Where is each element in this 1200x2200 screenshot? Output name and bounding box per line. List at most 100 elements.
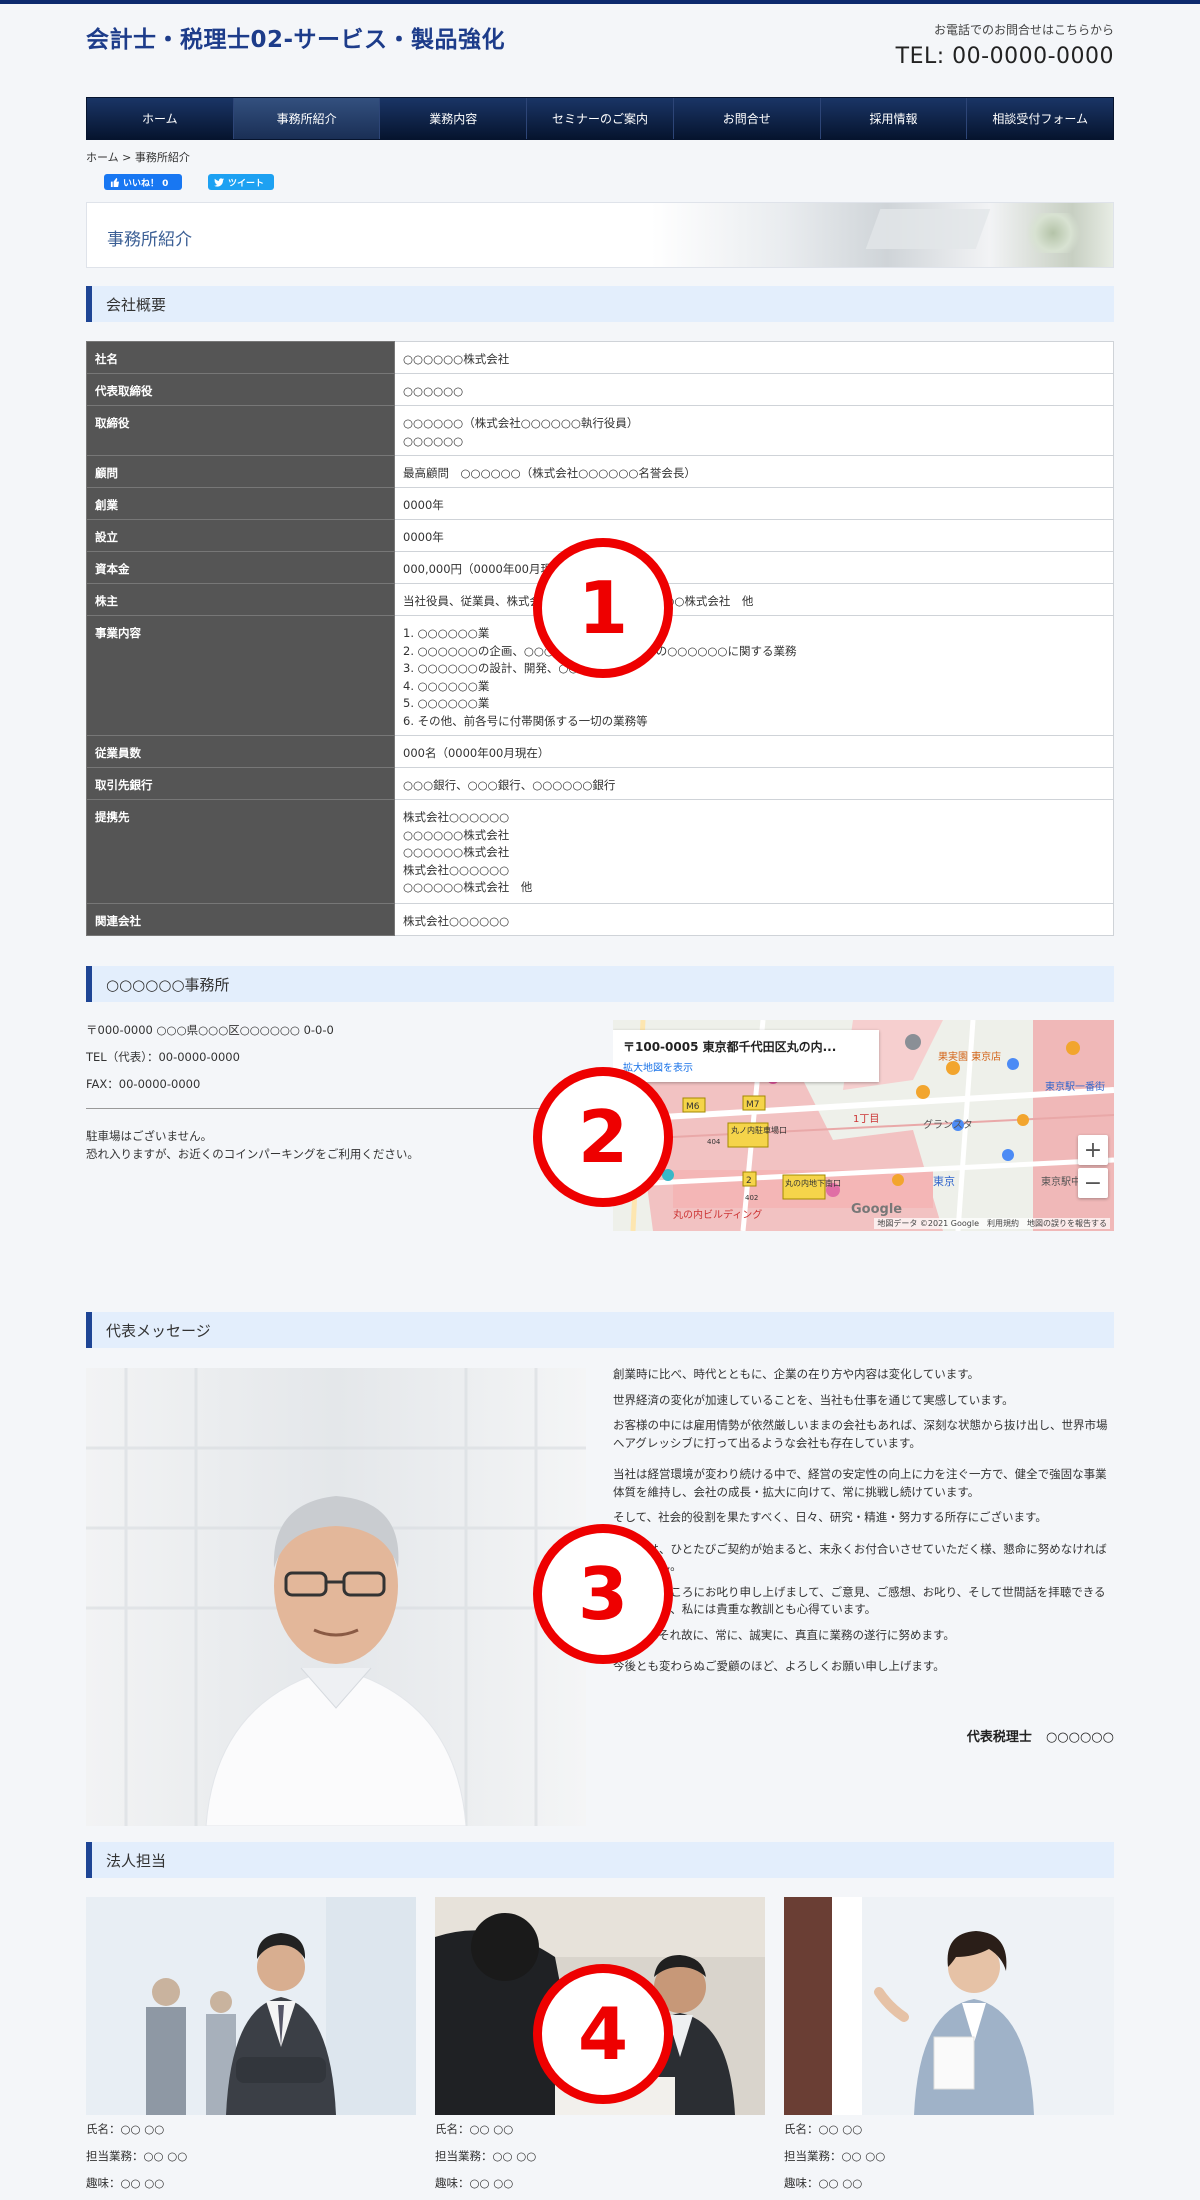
overview-row-label: 創業 <box>86 487 395 520</box>
map-label-402: 402 <box>745 1194 758 1202</box>
staff-card-1: 氏名：○○ ○○ 担当業務：○○ ○○ 趣味：○○ ○○ <box>86 2116 187 2197</box>
nav-consult-form[interactable]: 相談受付フォーム <box>967 98 1113 139</box>
staff-1-duty: 担当業務：○○ ○○ <box>86 2149 188 2163</box>
nav-office[interactable]: 事務所紹介 <box>233 98 381 139</box>
message-paragraph-5: そして、社会的役割を果たすべく、日々、研究・精進・努力する所存にございます。 <box>613 1510 1047 1524</box>
staff-2-name: 氏名：○○ ○○ <box>435 2122 514 2136</box>
overview-row: 取引先銀行 ○○○銀行、○○○銀行、○○○○○○銀行 <box>86 767 1114 800</box>
message-paragraph-6: 私どもは、ひとたびご契約が始まると、末永くお付合いさせていただく様、懇命に努めな… <box>613 1541 1107 1574</box>
nav-services[interactable]: 業務内容 <box>380 98 528 139</box>
message-paragraph-7: 至らないところにお叱り申し上げまして、ご意見、ご感想、お叱り、そして世間話を拝聴… <box>613 1584 1106 1617</box>
map-label-404: 404 <box>707 1138 721 1146</box>
map-label-2: 2 <box>746 1176 752 1186</box>
breadcrumb: ホーム > 事務所紹介 <box>86 149 190 165</box>
overview-row-value: 0000年 <box>394 519 1114 552</box>
overview-row-value: ○○○銀行、○○○銀行、○○○○○○銀行 <box>394 767 1114 800</box>
overview-row: 関連会社 株式会社○○○○○○ <box>86 903 1114 936</box>
office-tel: TEL（代表）：00-0000-0000 <box>86 1050 240 1064</box>
signature-name: ○○○○○○ <box>1045 1730 1114 1745</box>
tweet-label: ツイート <box>228 178 265 189</box>
overview-row-label: 取締役 <box>86 405 395 456</box>
staff-3-name: 氏名：○○ ○○ <box>784 2122 863 2136</box>
overview-row-value: 000,000円（0000年00月現在） <box>394 551 1114 584</box>
overview-row-label: 設立 <box>86 519 395 552</box>
map-label-kajitsuen: 果実園 東京店 <box>938 1050 1001 1063</box>
parking-note: 駐車場はございません。 <box>86 1129 213 1143</box>
overview-row-label: 株主 <box>86 583 395 616</box>
staff-2-hobby: 趣味：○○ ○○ <box>435 2176 514 2190</box>
overview-row-value: 1. ○○○○○○業 2. ○○○○○○の企画、○○○○○○、○○○○○○の○○… <box>394 615 1114 736</box>
overview-row-label: 取引先銀行 <box>86 767 395 800</box>
staff-3-image <box>784 1897 1114 2115</box>
overview-row: 代表取締役 ○○○○○○ <box>86 373 1114 406</box>
map-card-address: 〒100-0005 東京都千代田区丸の内... <box>623 1040 837 1054</box>
overview-row-value: ○○○○○○（株式会社○○○○○○執行役員） ○○○○○○ <box>394 405 1114 456</box>
message-paragraph-2: 世界経済の変化が加速していることを、当社も仕事を通じて実感しています。 <box>613 1392 1014 1407</box>
annotation-marker-3: 3 <box>533 1524 673 1664</box>
facebook-like-button[interactable]: いいね！ 0 <box>104 174 182 190</box>
minus-icon: − <box>1083 1170 1103 1196</box>
overview-row-value: 000名（0000年00月現在） <box>394 735 1114 768</box>
overview-row-value: ○○○○○○ <box>394 373 1114 406</box>
map-label-tokyo: 東京 <box>933 1174 955 1188</box>
message-paragraph-4: 当社は経営環境が変わり続ける中で、経営の安定性の向上に力を注ぐ一方で、健全で強固… <box>613 1467 1107 1499</box>
map-attribution[interactable]: 地図データ ©2021 Google 利用規約 地図の誤りを報告する <box>874 1218 1110 1229</box>
page-title: 事務所紹介 <box>107 230 192 250</box>
staff-3-duty: 担当業務：○○ ○○ <box>784 2149 886 2163</box>
annotation-marker-1: 1 <box>533 538 673 678</box>
zoom-out-button[interactable]: − <box>1078 1168 1108 1198</box>
map-label-gransta: グランスタ <box>923 1118 973 1131</box>
section-heading-message: 代表メッセージ <box>86 1312 1114 1348</box>
staff-card-3: 氏名：○○ ○○ 担当業務：○○ ○○ 趣味：○○ ○○ <box>784 2116 885 2197</box>
social-buttons: いいね！ 0 ツイート <box>104 174 274 190</box>
nav-seminar[interactable]: セミナーのご案内 <box>527 98 674 139</box>
nav-home[interactable]: ホーム <box>87 98 234 139</box>
message-paragraph-3: お客様の中には雇用情勢が依然厳しいままの会社もあれば、深刻な状態から抜け出し、世… <box>613 1418 1108 1450</box>
global-nav: ホーム 事務所紹介 業務内容 セミナーのご案内 お問合せ 採用情報 相談受付フォ… <box>86 97 1114 140</box>
ceo-portrait-image <box>86 1368 586 1826</box>
twitter-bird-icon <box>214 177 224 187</box>
overview-row-value: 株式会社○○○○○○ ○○○○○○株式会社 ○○○○○○株式会社 株式会社○○○… <box>394 799 1114 904</box>
thumbs-up-icon <box>110 177 119 187</box>
staff-photo-1 <box>86 1897 416 2115</box>
view-larger-map-link[interactable]: 拡大地図を表示 <box>623 1059 869 1074</box>
map-label-south-exit: 丸の内地下南口 <box>785 1178 841 1188</box>
overview-row-label: 提携先 <box>86 799 395 904</box>
office-address: 〒000-0000 ○○○県○○○区○○○○○○ 0-0-0 <box>86 1023 334 1037</box>
banner-decoration <box>865 209 991 249</box>
contact-tel[interactable]: TEL: 00-0000-0000 <box>896 44 1114 69</box>
overview-row: 顧問 最高顧問 ○○○○○○（株式会社○○○○○○名誉会長） <box>86 455 1114 488</box>
ceo-photo <box>86 1368 586 1826</box>
site-title[interactable]: 会計士・税理士02-サービス・製品強化 <box>86 20 505 54</box>
overview-row-value: 株式会社○○○○○○ <box>394 903 1114 936</box>
breadcrumb-sep: > <box>118 151 135 164</box>
ceo-message: 創業時に比べ、時代とともに、企業の在り方や内容は変化しています。 世界経済の変化… <box>613 1366 1114 1684</box>
message-paragraph-1: 創業時に比べ、時代とともに、企業の在り方や内容は変化しています。 <box>613 1367 980 1381</box>
overview-row-label: 代表取締役 <box>86 373 395 406</box>
staff-card-2: 氏名：○○ ○○ 担当業務：○○ ○○ 趣味：○○ ○○ <box>435 2116 536 2197</box>
plus-icon: + <box>1083 1137 1103 1163</box>
ceo-signature: 代表税理士 ○○○○○○ <box>967 1726 1114 1745</box>
breadcrumb-home[interactable]: ホーム <box>86 151 119 164</box>
map-label-parking: 丸ノ内駐車場口 <box>731 1125 787 1135</box>
overview-row: 取締役 ○○○○○○（株式会社○○○○○○執行役員） ○○○○○○ <box>86 405 1114 456</box>
tweet-button[interactable]: ツイート <box>208 174 274 190</box>
overview-row-value: 当社役員、従業員、株式会社○○○○○○、○○○○○○株式会社 他 <box>394 583 1114 616</box>
breadcrumb-current: 事務所紹介 <box>134 151 190 164</box>
banner-plant-decoration <box>1023 213 1083 253</box>
message-paragraph-9: 今後とも変わらぬご愛顧のほど、よろしくお願い申し上げます。 <box>613 1659 945 1673</box>
staff-1-name: 氏名：○○ ○○ <box>86 2122 165 2136</box>
nav-recruit[interactable]: 採用情報 <box>821 98 968 139</box>
map-label-marunouchi-bldg: 丸の内ビルディング <box>673 1208 762 1221</box>
overview-row: 従業員数 000名（0000年00月現在） <box>86 735 1114 768</box>
zoom-in-button[interactable]: + <box>1078 1135 1108 1165</box>
staff-1-image <box>86 1897 416 2115</box>
overview-row: 提携先 株式会社○○○○○○ ○○○○○○株式会社 ○○○○○○株式会社 株式会社… <box>86 799 1114 904</box>
like-label: いいね！ 0 <box>123 178 169 189</box>
google-map[interactable]: M6 M7 丸ノ内駐車場口 1丁目 丸の内地下南口 東京駅一番街 グランスタ 丸… <box>613 1020 1114 1231</box>
contact-note: お電話でのお問合せはこちらから <box>933 23 1114 37</box>
annotation-marker-4: 4 <box>533 1964 673 2104</box>
overview-row-label: 事業内容 <box>86 615 395 736</box>
nav-contact[interactable]: お問合せ <box>674 98 821 139</box>
overview-row-value: 0000年 <box>394 487 1114 520</box>
